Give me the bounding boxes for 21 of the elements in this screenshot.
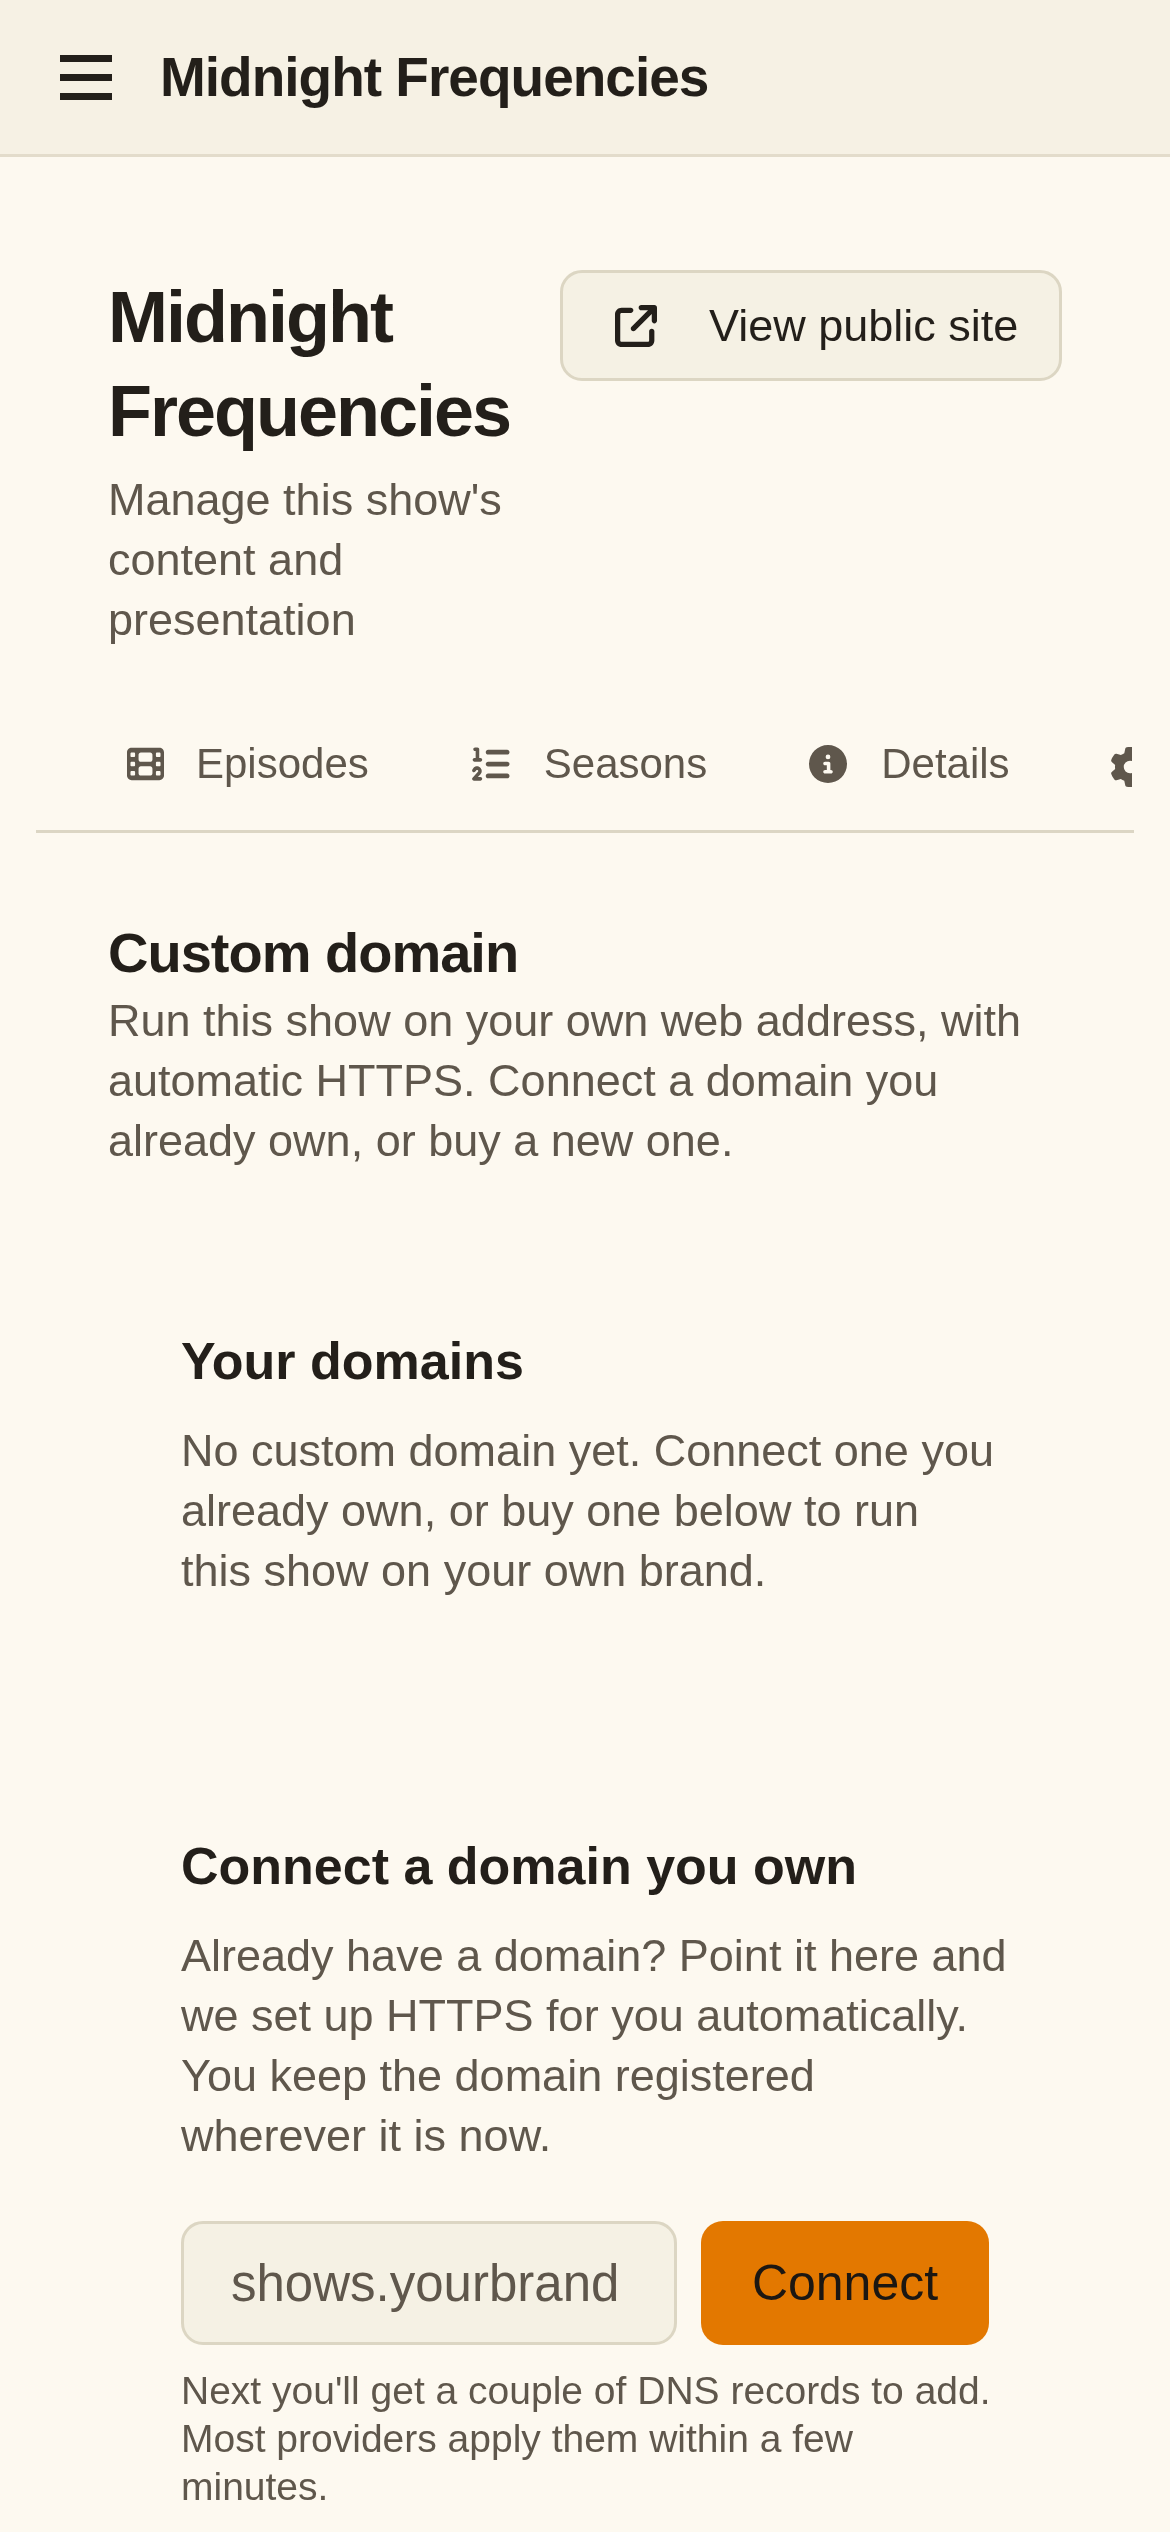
card-title: Connect a domain you own xyxy=(181,1836,859,1897)
tab[interactable]: Seasons xyxy=(418,704,758,830)
menu-icon[interactable] xyxy=(60,54,112,100)
view-public-site-button[interactable]: View public site xyxy=(560,270,1062,381)
helper-note: Next you'll get a couple of DNS records to add. Most providers apply them within a few minutes. xyxy=(181,2368,992,2510)
film-icon xyxy=(127,745,164,783)
card-title: Your domains xyxy=(181,1331,525,1392)
show-title: Midnight Frequencies xyxy=(108,276,512,453)
show-subtitle: Manage this show's content and presentation xyxy=(108,473,503,647)
external-link-icon xyxy=(615,304,657,347)
card-description: Already have a domain? Point it here and we set up HTTPS for you automatically. You keep the domain registered wherever it is now. xyxy=(181,1929,1008,2163)
section-title: Custom domain xyxy=(108,920,520,986)
app-title: Midnight Frequencies xyxy=(160,45,709,110)
tab[interactable]: Details xyxy=(757,704,1060,830)
domain-input[interactable]: shows.yourbrand xyxy=(181,2221,677,2345)
tab[interactable]: Episodes xyxy=(77,704,419,830)
connect-button[interactable]: Connect xyxy=(701,2221,989,2345)
gear-icon[interactable] xyxy=(1109,747,1132,787)
info-icon xyxy=(807,745,850,783)
section-description: Run this show on your own web address, with automatic HTTPS. Connect a domain you already own, or buy a new one. xyxy=(108,994,1022,1168)
empty-state-message: No custom domain yet. Connect one you already own, or buy one below to run this show on your own brand. xyxy=(181,1424,995,1598)
